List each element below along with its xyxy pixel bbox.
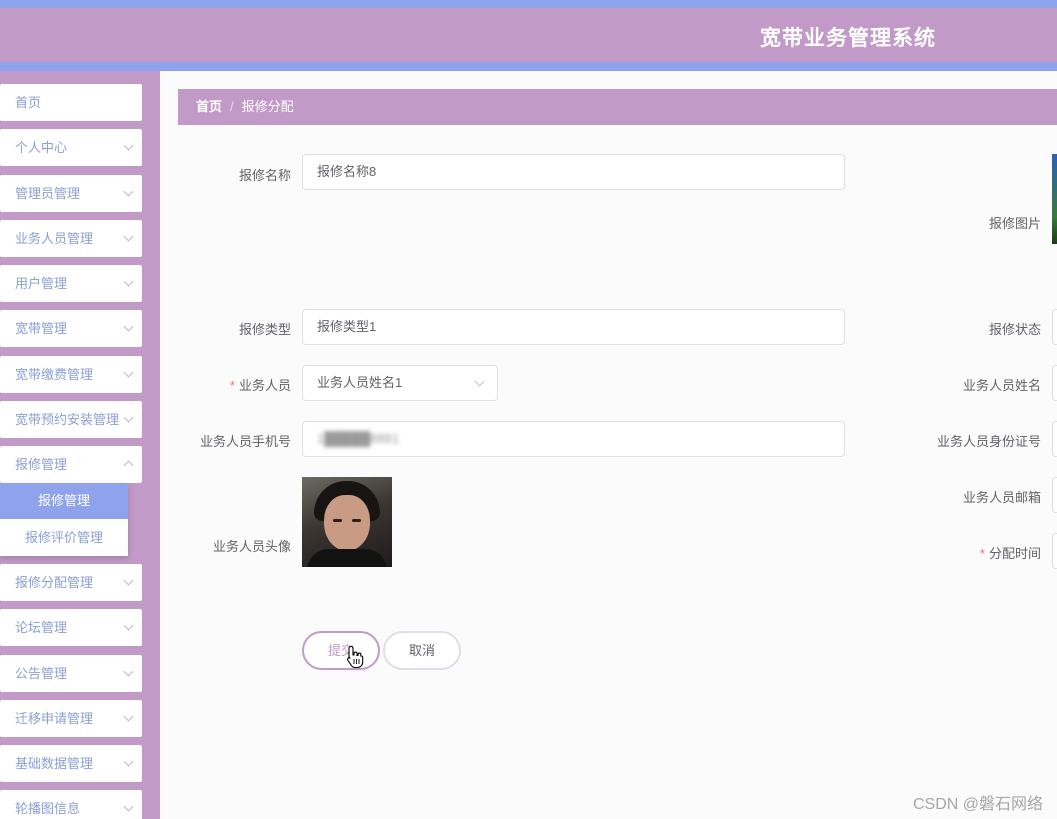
sidebar-item-carousel[interactable]: 轮播图信息 (0, 790, 142, 819)
sidebar-item-broadband[interactable]: 宽带管理 (0, 310, 142, 347)
sidebar-item-label: 宽带缴费管理 (15, 367, 94, 382)
staff-label-text: 业务人员 (238, 378, 291, 393)
staff-name-input[interactable] (1052, 365, 1057, 401)
staff-label: * 业务人员 (200, 375, 291, 394)
required-mark: * (979, 546, 985, 561)
sidebar-item-label: 公告管理 (15, 666, 68, 681)
sidebar-item-label: 轮播图信息 (15, 801, 81, 816)
sidebar-item-repair-assignment[interactable]: 报修分配管理 (0, 564, 142, 601)
sidebar-item-label: 用户管理 (15, 276, 68, 291)
sidebar-item-label: 管理员管理 (15, 186, 81, 201)
repair-name-label: 报修名称 (238, 168, 291, 183)
repair-type-label: 报修类型 (238, 322, 291, 337)
repair-name-input[interactable]: 报修名称8 (302, 154, 845, 190)
sidebar-item-label: 论坛管理 (15, 620, 68, 635)
assign-time-label-text: 分配时间 (988, 546, 1041, 561)
chevron-down-icon (123, 756, 134, 767)
staff-id-card-label: 业务人员身份证号 (936, 434, 1041, 449)
repair-name-value: 报修名称8 (317, 164, 377, 179)
hand-cursor-icon (346, 645, 364, 669)
repair-status-input[interactable] (1052, 309, 1057, 345)
repair-type-value: 报修类型1 (317, 319, 377, 334)
sidebar-item-users[interactable]: 用户管理 (0, 265, 142, 302)
staff-name-label: 业务人员姓名 (962, 378, 1041, 393)
header-top-strip (0, 0, 1057, 8)
staff-select[interactable]: 业务人员姓名1 (302, 365, 498, 401)
repair-type-input[interactable]: 报修类型1 (302, 309, 845, 345)
sidebar-item-repair[interactable]: 报修管理 (0, 446, 142, 483)
breadcrumb-home[interactable]: 首页 (196, 99, 222, 114)
chevron-up-icon (123, 460, 134, 471)
staff-id-card-input[interactable] (1052, 421, 1057, 457)
chevron-down-icon (123, 367, 134, 378)
chevron-down-icon (123, 276, 134, 287)
submit-button[interactable]: 提交 (302, 631, 380, 670)
staff-phone-value: 1█████8881 (317, 431, 400, 446)
sidebar-item-broadband-installation[interactable]: 宽带预约安装管理 (0, 401, 142, 438)
sidebar-item-label: 基础数据管理 (15, 756, 94, 771)
breadcrumb: 首页 / 报修分配 (178, 89, 1057, 125)
staff-select-value: 业务人员姓名1 (317, 375, 403, 390)
breadcrumb-current: 报修分配 (241, 99, 294, 114)
sidebar-item-forum[interactable]: 论坛管理 (0, 609, 142, 646)
staff-email-label: 业务人员邮箱 (962, 490, 1041, 505)
sidebar-item-label: 宽带管理 (15, 321, 68, 336)
sidebar-item-staff[interactable]: 业务人员管理 (0, 220, 142, 257)
chevron-down-icon (123, 801, 134, 812)
sidebar-item-label: 宽带预约安装管理 (15, 412, 120, 427)
staff-email-input[interactable] (1052, 477, 1057, 513)
submenu-item-repair-management[interactable]: 报修管理 (0, 483, 128, 519)
repair-image-preview (1052, 154, 1057, 244)
chevron-down-icon (474, 376, 485, 387)
assign-time-input[interactable] (1052, 533, 1057, 569)
assign-time-label: * 分配时间 (940, 543, 1041, 562)
breadcrumb-separator: / (230, 99, 234, 114)
sidebar-item-label: 业务人员管理 (15, 231, 94, 246)
sidebar-item-migration[interactable]: 迁移申请管理 (0, 700, 142, 737)
chevron-down-icon (123, 711, 134, 722)
staff-avatar-label: 业务人员头像 (212, 539, 291, 554)
watermark: CSDN @磐石网络 (912, 796, 1043, 813)
submenu-item-repair-evaluation[interactable]: 报修评价管理 (0, 520, 128, 556)
sidebar-item-personal-center[interactable]: 个人中心 (0, 129, 142, 166)
staff-phone-label: 业务人员手机号 (199, 434, 291, 449)
header-bar: 宽带业务管理系统 (0, 8, 1057, 62)
sidebar-item-basic-data[interactable]: 基础数据管理 (0, 745, 142, 782)
sidebar-item-label: 迁移申请管理 (15, 711, 94, 726)
repair-submenu: 报修管理 报修评价管理 (0, 483, 128, 556)
chevron-down-icon (123, 620, 134, 631)
chevron-down-icon (123, 186, 134, 197)
sidebar-item-announcement[interactable]: 公告管理 (0, 655, 142, 692)
sidebar-item-label: 个人中心 (15, 140, 68, 155)
sidebar-item-admin[interactable]: 管理员管理 (0, 175, 142, 212)
repair-status-label: 报修状态 (988, 322, 1041, 337)
staff-avatar-image (302, 477, 392, 567)
repair-image-label: 报修图片 (988, 216, 1041, 231)
chevron-down-icon (123, 231, 134, 242)
chevron-down-icon (123, 666, 134, 677)
sidebar-item-label: 报修管理 (15, 457, 68, 472)
chevron-down-icon (123, 140, 134, 151)
sidebar-item-broadband-payment[interactable]: 宽带缴费管理 (0, 356, 142, 393)
sidebar-item-home[interactable]: 首页 (0, 84, 142, 121)
cancel-button[interactable]: 取消 (383, 631, 461, 670)
required-mark: * (229, 378, 235, 393)
staff-phone-input[interactable]: 1█████8881 (302, 421, 845, 457)
sidebar-item-label: 首页 (15, 95, 42, 110)
sidebar-item-label: 报修分配管理 (15, 575, 94, 590)
chevron-down-icon (123, 321, 134, 332)
chevron-down-icon (123, 575, 134, 586)
chevron-down-icon (123, 412, 134, 423)
sidebar: 首页 个人中心 管理员管理 业务人员管理 用户管理 宽带管理 宽带缴费管理 宽带… (0, 71, 160, 819)
app-title: 宽带业务管理系统 (760, 27, 936, 50)
header-bottom-strip (0, 62, 1057, 71)
